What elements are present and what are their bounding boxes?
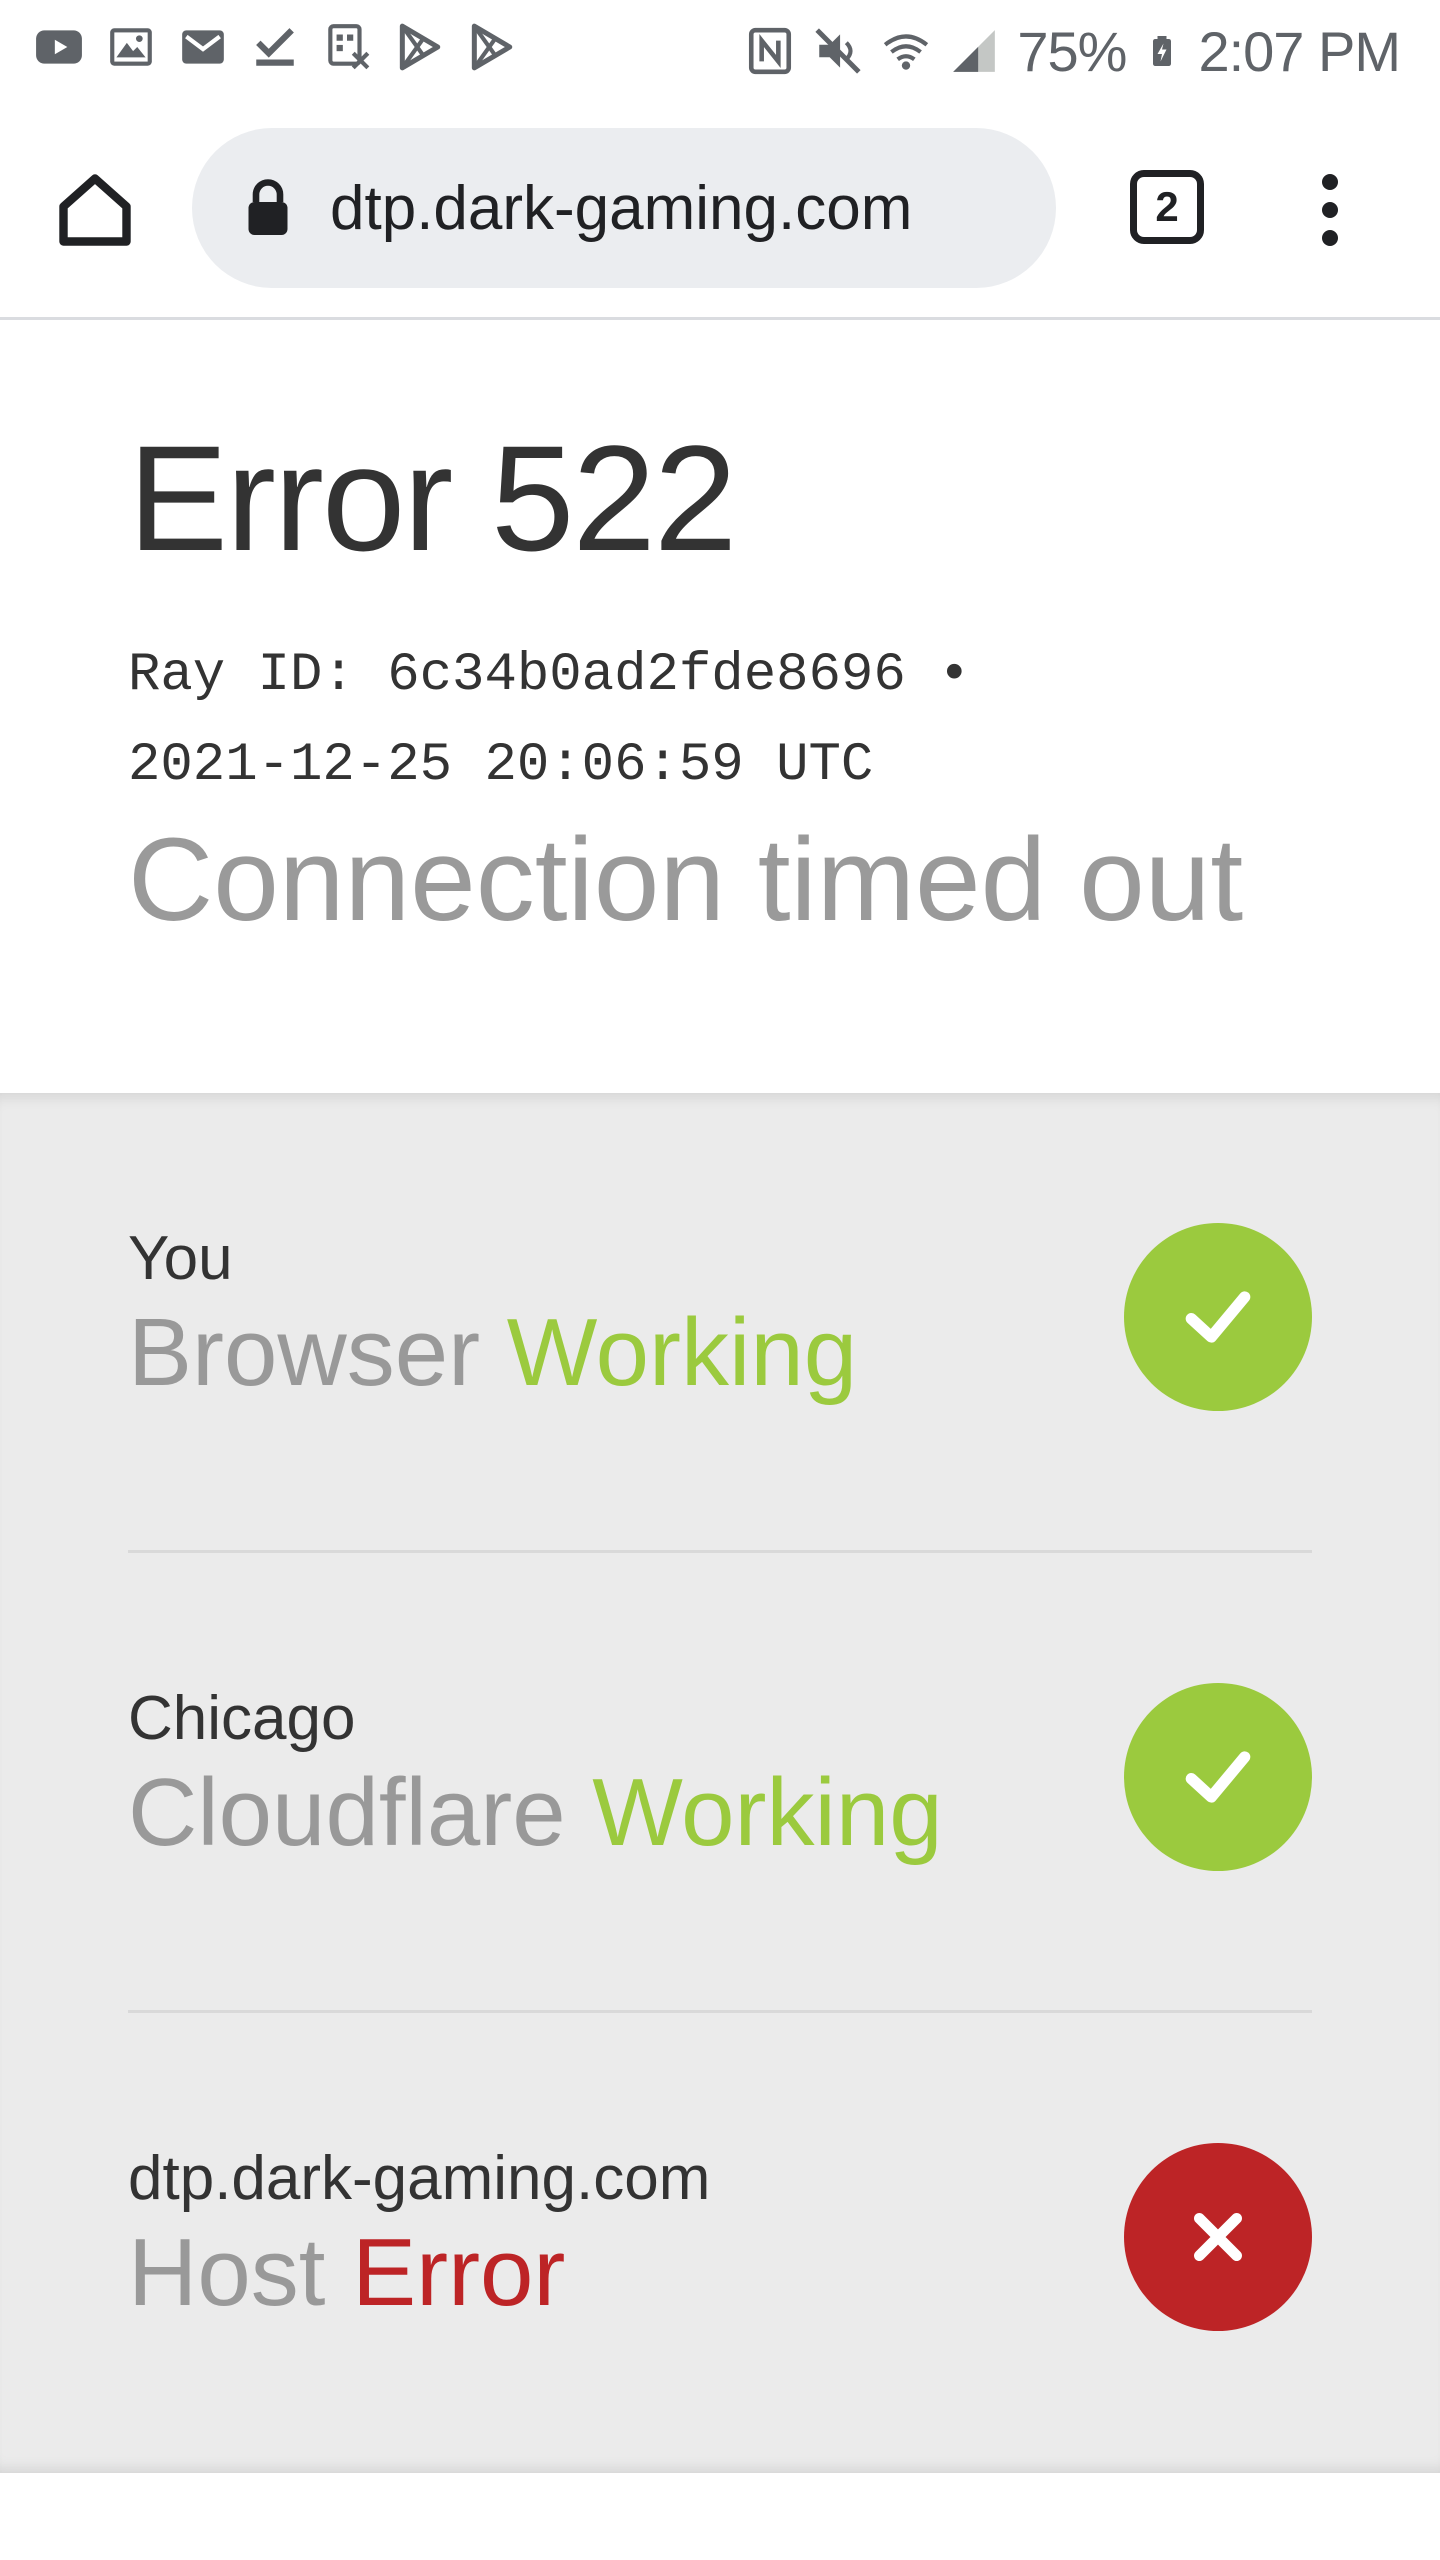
status-text: Working <box>592 1759 943 1866</box>
battery-percent: 75% <box>1017 19 1127 83</box>
address-bar[interactable]: dtp.dark-gaming.com <box>192 128 1056 288</box>
error-title: Error 522 <box>128 414 737 582</box>
menu-dot-icon <box>1322 174 1338 190</box>
play-store-icon <box>471 23 513 71</box>
error-badge <box>1124 2143 1312 2331</box>
battery-charging-icon <box>1153 36 1172 66</box>
checkmark-icon <box>1185 1751 1251 1803</box>
status-text: Working <box>506 1299 858 1406</box>
notification-icons <box>34 22 516 72</box>
ray-id: Ray ID: 6c34b0ad2fde8696 • <box>128 645 971 706</box>
location-label: You <box>128 1224 233 1293</box>
status-panel: You Browser Working Chicago Cloudflare W… <box>0 1093 1440 2473</box>
error-subtitle: Connection timed out <box>128 814 1244 946</box>
clock: 2:07 PM <box>1198 19 1401 83</box>
status-text: Error <box>352 2219 566 2326</box>
nfc-icon <box>749 27 792 75</box>
menu-dot-icon <box>1322 202 1338 218</box>
component-name: Host <box>128 2219 326 2326</box>
menu-dot-icon <box>1322 230 1338 246</box>
error-timestamp: 2021-12-25 20:06:59 UTC <box>128 735 874 796</box>
status-item-browser: You Browser Working <box>128 1093 1312 1553</box>
close-icon <box>1194 2213 1242 2261</box>
success-badge <box>1124 1223 1312 1411</box>
browser-menu-button[interactable] <box>1300 165 1360 255</box>
component-name: Cloudflare <box>128 1759 566 1866</box>
url-text[interactable]: dtp.dark-gaming.com <box>330 173 912 244</box>
home-icon <box>59 174 131 246</box>
home-button[interactable] <box>50 165 140 255</box>
mute-icon <box>815 28 861 74</box>
lock-icon[interactable] <box>244 178 292 238</box>
browser-toolbar: dtp.dark-gaming.com 2 <box>0 100 1440 320</box>
status-line: Cloudflare Working <box>128 1758 943 1868</box>
signal-icon <box>953 30 996 72</box>
success-badge <box>1124 1683 1312 1871</box>
status-line: Host Error <box>128 2218 565 2328</box>
task-check-icon <box>256 28 294 66</box>
location-label: Chicago <box>128 1684 356 1753</box>
status-line: Browser Working <box>128 1298 857 1408</box>
email-icon <box>182 30 224 64</box>
component-name: Browser <box>128 1299 481 1406</box>
error-header: Error 522 Ray ID: 6c34b0ad2fde8696 • 202… <box>0 323 1440 1093</box>
play-store-icon <box>399 23 441 71</box>
status-item-host: dtp.dark-gaming.com Host Error <box>128 2013 1312 2473</box>
location-label: dtp.dark-gaming.com <box>128 2144 711 2213</box>
system-indicators: 75% 2:07 PM <box>745 16 1401 86</box>
tab-switcher-button[interactable]: 2 <box>1130 170 1204 244</box>
status-bar: 75% 2:07 PM <box>0 0 1440 100</box>
status-item-cloudflare: Chicago Cloudflare Working <box>128 1553 1312 2013</box>
screenshot-icon <box>328 24 370 70</box>
wifi-icon <box>884 34 929 70</box>
ray-id-info: Ray ID: 6c34b0ad2fde8696 • 2021-12-25 20… <box>128 631 1228 811</box>
gallery-icon <box>110 28 152 66</box>
youtube-icon <box>36 30 82 64</box>
checkmark-icon <box>1185 1291 1251 1343</box>
